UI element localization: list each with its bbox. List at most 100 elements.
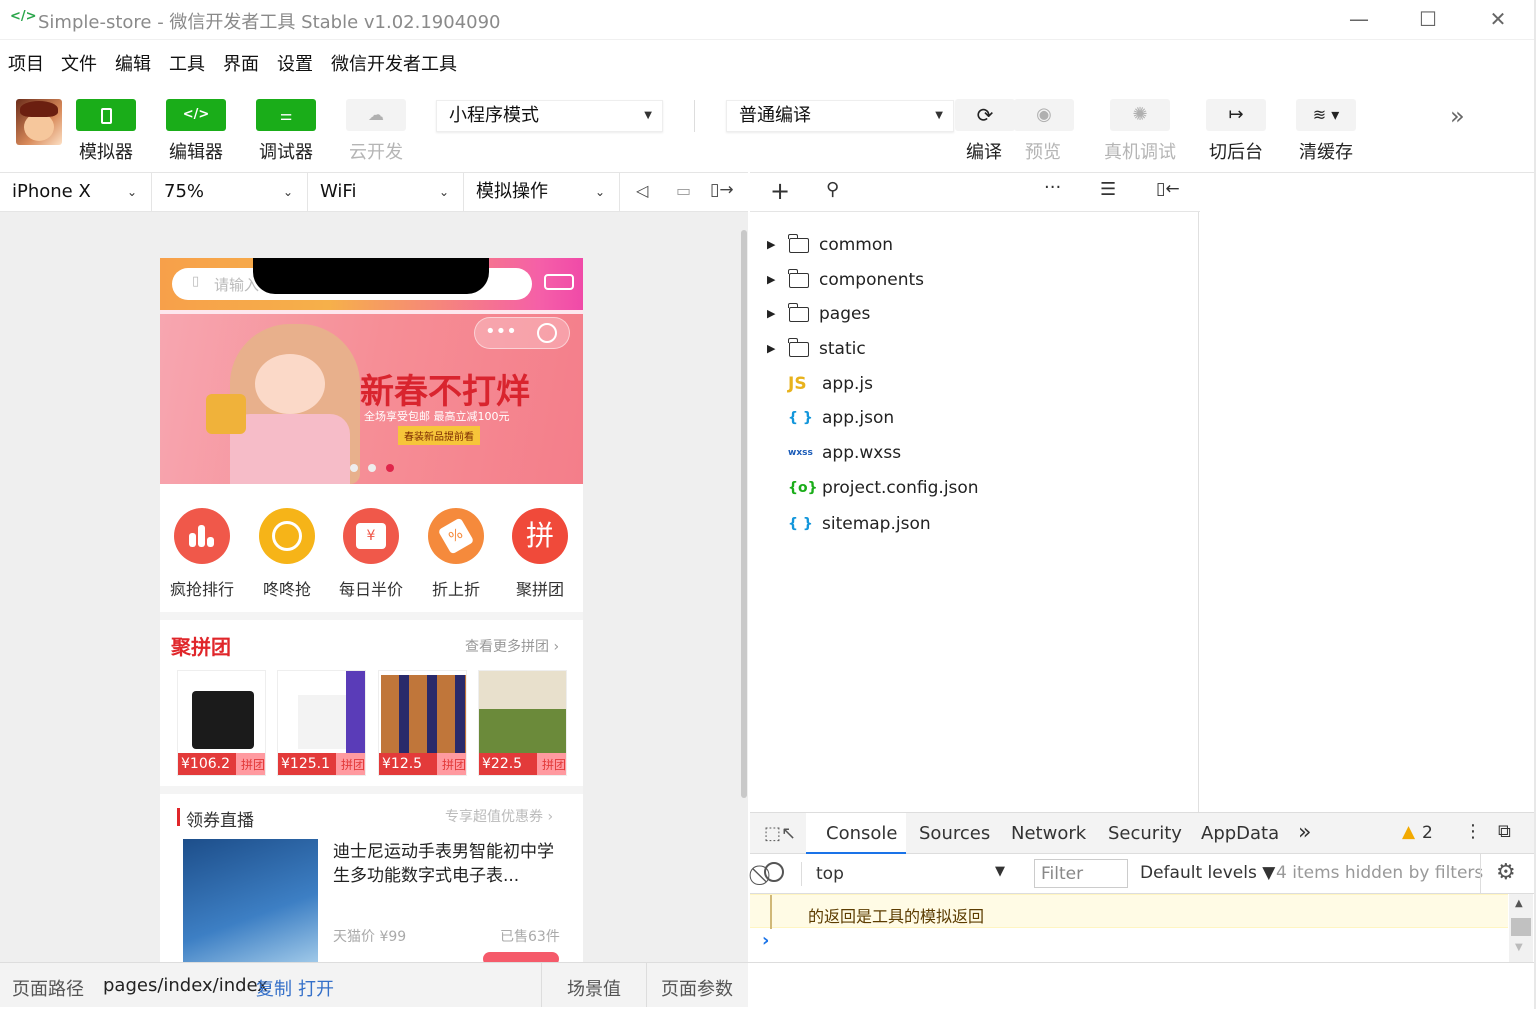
- console-prompt[interactable]: ›: [762, 930, 769, 951]
- zoom-select-value: 75%: [164, 181, 205, 202]
- more-tools-icon[interactable]: »: [1450, 102, 1465, 130]
- search-icon[interactable]: ⚲: [826, 179, 839, 200]
- maximize-button[interactable]: ☐: [1405, 4, 1451, 34]
- target-icon[interactable]: [537, 323, 557, 343]
- avatar[interactable]: [16, 99, 62, 145]
- group-product-card[interactable]: ¥12.5 拼团: [378, 670, 467, 776]
- category-icon-discount[interactable]: %: [428, 508, 484, 564]
- tab-network[interactable]: Network: [1011, 823, 1086, 844]
- tree-item-app-json[interactable]: { } app.json: [750, 403, 1199, 433]
- capsule-menu[interactable]: •••: [474, 317, 570, 349]
- simulator-scrollbar[interactable]: [741, 230, 747, 798]
- product-image: [479, 671, 566, 755]
- background-button[interactable]: ↦: [1206, 99, 1266, 131]
- carousel-dot[interactable]: [350, 464, 358, 472]
- debugger-button[interactable]: ⚌: [256, 99, 316, 131]
- more-icon[interactable]: •••: [485, 321, 517, 342]
- product-image: [381, 675, 466, 753]
- tree-item-pages[interactable]: ▶ pages: [750, 299, 1199, 329]
- caret-right-icon[interactable]: ▶: [767, 230, 775, 260]
- console-scrollbar[interactable]: ▲ ▼: [1509, 894, 1533, 962]
- tree-item-static[interactable]: ▶ static: [750, 334, 1199, 364]
- coupon-more-link[interactable]: 专享超值优惠券 ›: [445, 806, 553, 826]
- tab-appdata[interactable]: AppData: [1201, 823, 1279, 844]
- device-select[interactable]: iPhone X ⌄: [0, 173, 152, 211]
- hide-tree-icon[interactable]: ▯←: [1156, 179, 1180, 199]
- scroll-down-icon[interactable]: ▼: [1515, 942, 1523, 953]
- product-title[interactable]: 迪士尼运动手表男智能初中学生多功能数字式电子表...: [333, 840, 563, 888]
- gear-icon[interactable]: ⚙: [1496, 860, 1516, 885]
- caret-right-icon[interactable]: ▶: [767, 265, 775, 295]
- detach-icon[interactable]: ▯→: [710, 180, 734, 200]
- inspect-element-icon[interactable]: ⬚↖: [764, 823, 796, 844]
- menu-view[interactable]: 界面: [223, 50, 259, 76]
- volume-icon[interactable]: ◁: [636, 181, 648, 200]
- category-icon-ranking[interactable]: [174, 508, 230, 564]
- scroll-up-icon[interactable]: ▲: [1515, 898, 1523, 909]
- group-product-card[interactable]: ¥106.2 拼团: [177, 670, 266, 776]
- tab-sources[interactable]: Sources: [919, 823, 990, 844]
- kebab-menu-icon[interactable]: ⋮: [1464, 821, 1482, 842]
- open-path-link[interactable]: 打开: [298, 975, 334, 1001]
- tree-item-components[interactable]: ▶ components: [750, 265, 1199, 295]
- group-product-card[interactable]: ¥125.1 拼团: [277, 670, 366, 776]
- minimize-button[interactable]: —: [1336, 4, 1382, 34]
- copy-path-link[interactable]: 复制: [256, 975, 292, 1001]
- operation-select[interactable]: 模拟操作 ⌄: [464, 173, 620, 211]
- collapse-icon[interactable]: ☰: [1100, 179, 1116, 200]
- caret-right-icon[interactable]: ▶: [767, 299, 775, 329]
- add-icon[interactable]: +: [770, 177, 790, 205]
- menu-tools[interactable]: 工具: [169, 50, 205, 76]
- more-icon[interactable]: ···: [1044, 177, 1061, 198]
- menu-devtools[interactable]: 微信开发者工具: [331, 50, 457, 76]
- menu-edit[interactable]: 编辑: [115, 50, 151, 76]
- context-select[interactable]: top ▼: [801, 862, 1011, 886]
- menu-project[interactable]: 项目: [8, 50, 44, 76]
- filter-input[interactable]: Filter: [1034, 859, 1128, 888]
- coupon-badge[interactable]: [483, 952, 559, 962]
- simulator-button[interactable]: [76, 99, 136, 131]
- banner[interactable]: 新春不打烊 全场享受包邮 最高立减100元 春装新品提前看 •••: [160, 314, 583, 484]
- clear-cache-button[interactable]: ≋ ▾: [1296, 99, 1356, 131]
- page-params-button[interactable]: 页面参数: [661, 975, 733, 1001]
- tab-security[interactable]: Security: [1108, 823, 1182, 844]
- tab-console[interactable]: Console: [806, 813, 906, 854]
- tree-item-app-wxss[interactable]: wxss app.wxss: [750, 438, 1199, 468]
- compile-select[interactable]: 普通编译 ▼: [726, 100, 954, 132]
- menu-file[interactable]: 文件: [61, 50, 97, 76]
- editor-button[interactable]: </>: [166, 99, 226, 131]
- carousel-dot-active[interactable]: [386, 464, 394, 472]
- product-thumbnail[interactable]: [183, 839, 318, 962]
- preview-button[interactable]: ◉: [1014, 99, 1074, 131]
- caret-right-icon[interactable]: ▶: [767, 334, 775, 364]
- network-select[interactable]: WiFi ⌄: [308, 173, 464, 211]
- mode-select[interactable]: 小程序模式 ▼: [436, 100, 663, 132]
- console-warning-message[interactable]: 的返回是工具的模拟返回: [750, 894, 1508, 929]
- log-levels-select[interactable]: Default levels ▼: [1140, 863, 1275, 883]
- close-button[interactable]: ✕: [1475, 4, 1521, 34]
- compile-button[interactable]: ⟳: [955, 99, 1015, 131]
- more-tabs-icon[interactable]: »: [1298, 820, 1311, 845]
- dock-icon[interactable]: ⧉: [1498, 821, 1511, 842]
- tree-item-project-config[interactable]: {o} project.config.json: [750, 473, 1199, 503]
- category-icon-group[interactable]: 拼: [512, 508, 568, 564]
- tree-item-app-js[interactable]: JS app.js: [750, 369, 1199, 399]
- group-more-link[interactable]: 查看更多拼团 ›: [465, 636, 559, 656]
- category-icon-half-price[interactable]: ¥: [343, 508, 399, 564]
- remote-debug-button[interactable]: ✺: [1110, 99, 1170, 131]
- menu-settings[interactable]: 设置: [277, 50, 313, 76]
- window-icon[interactable]: ▭: [676, 181, 691, 200]
- banner-cta[interactable]: 春装新品提前看: [398, 426, 480, 445]
- cloud-button[interactable]: ☁: [346, 99, 406, 131]
- tree-item-common[interactable]: ▶ common: [750, 230, 1199, 260]
- tree-item-sitemap-json[interactable]: { } sitemap.json: [750, 509, 1199, 539]
- no-entry-icon[interactable]: [764, 862, 784, 882]
- category-icon-flash[interactable]: [259, 508, 315, 564]
- scroll-thumb[interactable]: [1511, 918, 1531, 936]
- warning-icon[interactable]: ▲: [1402, 822, 1415, 842]
- group-product-card[interactable]: ¥22.5 拼团: [478, 670, 567, 776]
- zoom-select[interactable]: 75% ⌄: [152, 173, 308, 211]
- phone-screen: ▯ 请输入 新春不打烊 全场享受包邮 最高立减100元 春装新品提前看 •••: [160, 258, 583, 962]
- scene-value-button[interactable]: 场景值: [567, 975, 621, 1001]
- carousel-dot[interactable]: [368, 464, 376, 472]
